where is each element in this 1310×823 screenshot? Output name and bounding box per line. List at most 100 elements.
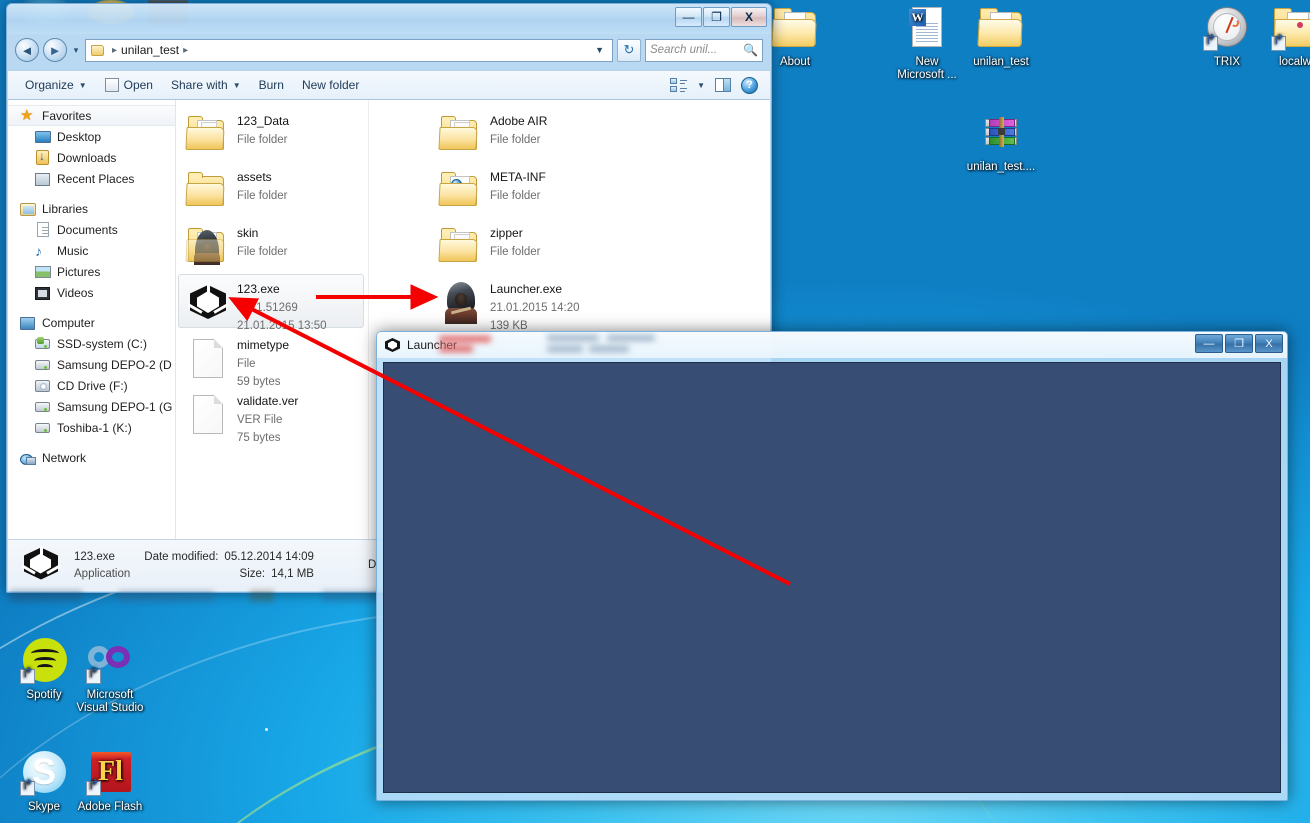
sidebar-item-desktop[interactable]: Desktop (8, 126, 175, 147)
search-input[interactable]: Search unil... 🔍 (645, 38, 763, 62)
desktop-icon-unilan-test-folder[interactable]: unilan_test (957, 5, 1045, 69)
launcher-title-bar[interactable]: Launcher — ❐ X (377, 332, 1287, 358)
network-icon (20, 450, 36, 466)
sidebar-item-computer[interactable]: Computer (8, 312, 175, 333)
desktop-icon-unilan-test-archive[interactable]: unilan_test.... (957, 110, 1045, 174)
file-item[interactable]: zipper File folder (431, 218, 617, 274)
burn-button[interactable]: Burn (250, 74, 293, 96)
launcher-title-text: Launcher (407, 338, 458, 352)
unity-icon (185, 279, 231, 325)
sidebar-item-documents[interactable]: Documents (8, 219, 175, 240)
address-dropdown-icon[interactable]: ▼ (595, 45, 610, 55)
file-type: File folder (490, 246, 541, 258)
details-date-value: 05.12.2014 14:09 (224, 550, 314, 563)
forward-button[interactable]: ► (43, 38, 67, 62)
wallpaper-sparkle (265, 728, 268, 731)
breadcrumb-separator[interactable]: ▸ (110, 45, 119, 56)
explorer-address-bar[interactable]: ◄ ► ▾ ▸ unilan_test ▸ ▼ ↻ Search unil...… (15, 38, 763, 62)
downloads-icon (35, 149, 51, 166)
sidebar-item-toshiba-1-k[interactable]: Toshiba-1 (K:) (8, 417, 175, 438)
minimize-button[interactable]: — (1195, 334, 1223, 353)
search-icon: 🔍 (743, 43, 758, 57)
organize-button[interactable]: Organize ▼ (16, 74, 96, 96)
maximize-button[interactable]: ❐ (703, 7, 730, 27)
sidebar-label: Desktop (57, 129, 102, 144)
navigation-pane[interactable]: ★ Favorites Desktop Downloads Recent Pla… (8, 100, 176, 591)
details-size-label: Size: (239, 567, 266, 580)
sidebar-item-recent-places[interactable]: Recent Places (8, 168, 175, 189)
explorer-title-bar[interactable]: — ❐ X (7, 4, 771, 34)
sidebar-item-favorites[interactable]: ★ Favorites (8, 105, 175, 126)
desktop-icon-label: localw (1279, 56, 1310, 68)
sidebar-label: Libraries (42, 201, 89, 216)
breadcrumb-unilan-test[interactable]: unilan_test (119, 42, 181, 58)
explorer-window-controls[interactable]: — ❐ X (675, 7, 767, 27)
file-item-validate-ver[interactable]: validate.ver VER File 75 bytes (178, 386, 364, 444)
new-folder-button[interactable]: New folder (293, 74, 368, 96)
generic-file-icon (185, 391, 231, 437)
desktop-icon-adobe-flash[interactable]: Fl Adobe Flash (66, 750, 154, 814)
refresh-button[interactable]: ↻ (617, 38, 641, 62)
sidebar-item-pictures[interactable]: Pictures (8, 261, 175, 282)
file-item[interactable]: 123_Data File folder (178, 106, 364, 162)
chevron-down-icon[interactable]: ▼ (697, 81, 705, 90)
file-item-mimetype[interactable]: mimetype File 59 bytes (178, 330, 364, 388)
open-button[interactable]: Open (96, 74, 162, 96)
libraries-icon (20, 201, 36, 217)
file-item[interactable]: skin File folder (178, 218, 364, 274)
sidebar-item-network[interactable]: Network (8, 447, 175, 468)
folder-hood-icon (185, 223, 231, 269)
details-file-name: 123.exe (74, 550, 115, 563)
close-button[interactable]: X (731, 7, 767, 27)
launcher-window[interactable]: Launcher — ❐ X Login Game Please Run Gam… (376, 331, 1288, 801)
chevron-down-icon: ▼ (232, 80, 241, 90)
launcher-window-controls[interactable]: — ❐ X (1195, 334, 1283, 353)
recent-pages-dropdown-icon[interactable]: ▾ (71, 45, 81, 56)
sidebar-item-downloads[interactable]: Downloads (8, 147, 175, 168)
file-item[interactable]: Adobe AIR File folder (431, 106, 617, 162)
file-type: File folder (237, 190, 288, 202)
desktop-icon-label: unilan_test (973, 56, 1029, 68)
open-icon (104, 78, 119, 92)
file-name: validate.ver (237, 394, 299, 408)
folder-icon (977, 5, 1025, 53)
sidebar-item-samsung-depo-1[interactable]: Samsung DEPO-1 (G (8, 396, 175, 417)
sidebar-item-samsung-depo-2[interactable]: Samsung DEPO-2 (D (8, 354, 175, 375)
sidebar-label: Network (42, 450, 87, 465)
help-icon[interactable]: ? (741, 76, 758, 94)
maximize-button[interactable]: ❐ (1225, 334, 1253, 353)
launcher-client-area[interactable] (383, 362, 1281, 793)
explorer-toolbar[interactable]: Organize ▼ Open Share with ▼ Burn New fo… (8, 70, 770, 100)
desktop-icon-label: Adobe Flash (77, 801, 143, 813)
minimize-button[interactable]: — (675, 7, 702, 27)
shortcut-overlay-icon (20, 669, 35, 684)
file-item-123-exe[interactable]: 123.exe 4.6.1.51269 21.01.2015 13:50 (178, 274, 364, 332)
file-type: VER File (237, 414, 283, 426)
desktop-icon-visual-studio[interactable]: Microsoft Visual Studio (66, 638, 154, 715)
folder-icon (185, 111, 231, 157)
sidebar-label: Recent Places (57, 171, 135, 186)
sidebar-item-ssd-system-c[interactable]: SSD-system (C:) (8, 333, 175, 354)
file-item[interactable]: META-INF File folder (431, 162, 617, 218)
skype-icon: S (20, 750, 68, 798)
back-button[interactable]: ◄ (15, 38, 39, 62)
nav-group-network: Network (8, 447, 175, 468)
sidebar-item-cd-drive-f[interactable]: CD Drive (F:) (8, 375, 175, 396)
new-folder-label: New folder (301, 78, 360, 92)
sidebar-item-libraries[interactable]: Libraries (8, 198, 175, 219)
desktop-icon-localw[interactable]: localw (1251, 5, 1310, 69)
file-item-launcher-exe[interactable]: Launcher.exe 21.01.2015 14:20 139 KB (431, 274, 617, 332)
sidebar-item-videos[interactable]: Videos (8, 282, 175, 303)
change-view-icon[interactable] (670, 77, 688, 93)
file-type: File (237, 358, 256, 370)
breadcrumb-separator[interactable]: ▸ (181, 45, 190, 56)
preview-pane-icon[interactable] (715, 78, 731, 92)
share-with-button[interactable]: Share with ▼ (162, 74, 250, 96)
close-button[interactable]: X (1255, 334, 1283, 353)
picture-icon (35, 264, 51, 280)
shortcut-overlay-icon (86, 669, 101, 684)
generic-file-icon (185, 335, 231, 381)
file-item[interactable]: assets File folder (178, 162, 364, 218)
sidebar-item-music[interactable]: ♪ Music (8, 240, 175, 261)
breadcrumb-bar[interactable]: ▸ unilan_test ▸ ▼ (85, 38, 613, 62)
